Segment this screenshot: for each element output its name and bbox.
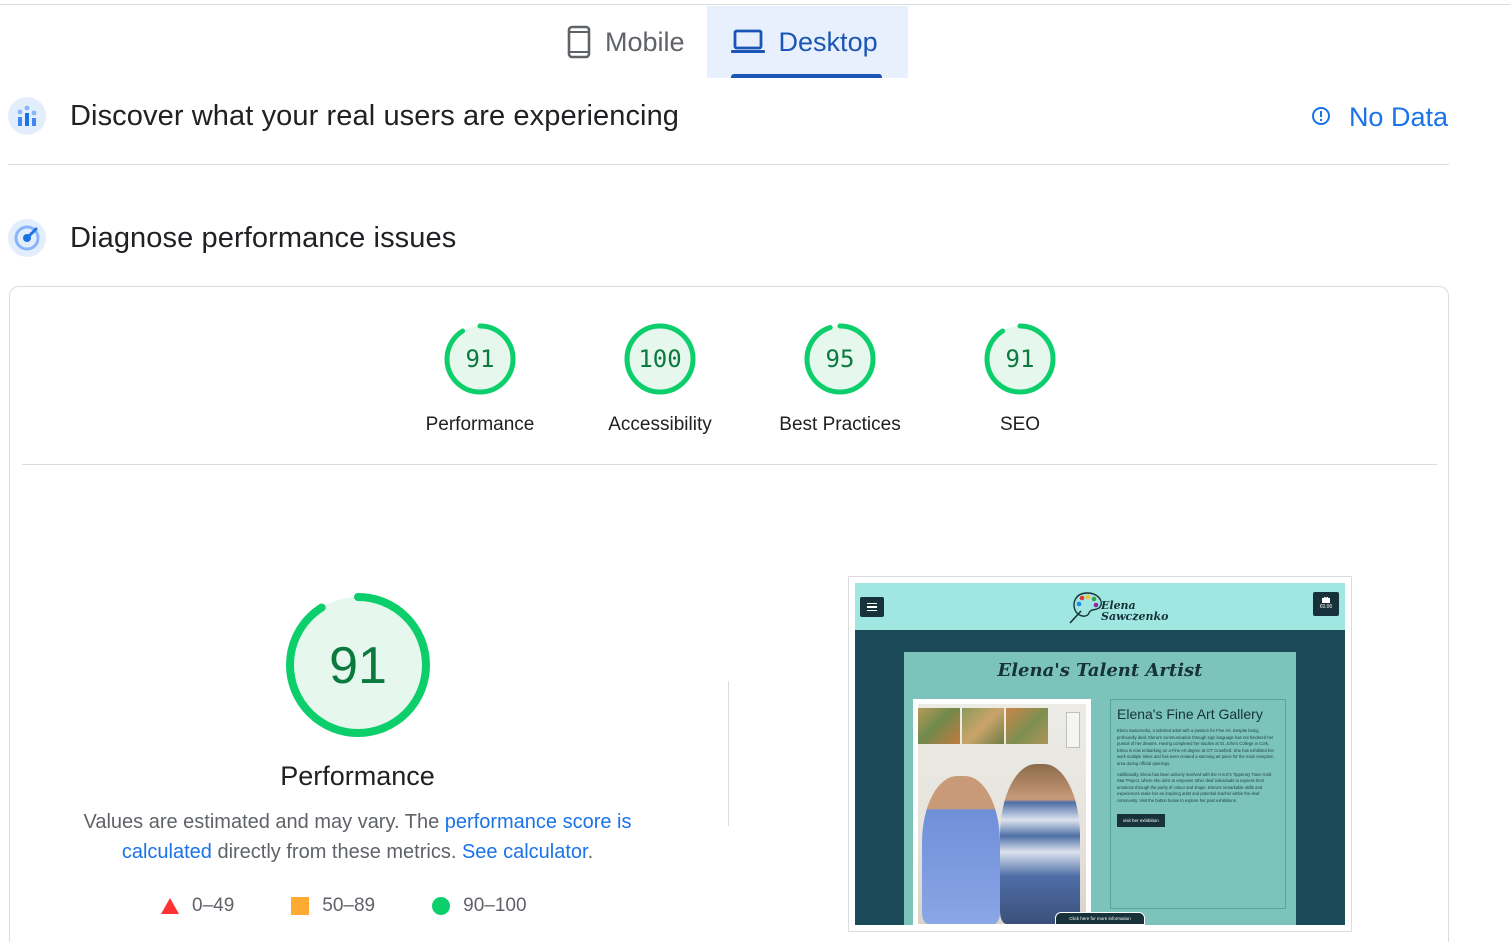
tab-mobile[interactable]: Mobile	[545, 6, 707, 78]
no-data-label: No Data	[1348, 102, 1448, 132]
legend-range: 0–49	[192, 895, 235, 916]
description-text: directly from these metrics.	[211, 841, 462, 863]
legend-range: 50–89	[322, 895, 376, 916]
legend-average: 50–89	[290, 895, 375, 917]
artist-photo	[913, 699, 1091, 925]
gauge-seo[interactable]: 91 SEO	[930, 322, 1110, 436]
laptop-icon	[730, 29, 765, 55]
gauge-accessibility[interactable]: 100 Accessibility	[570, 322, 750, 436]
person-right	[1000, 764, 1080, 924]
triangle-icon	[160, 897, 180, 915]
lab-data-title: Diagnose performance issues	[70, 221, 457, 254]
hamburger-menu-icon	[860, 597, 884, 617]
site-header: Elena Sawczenko €0.00	[855, 583, 1345, 630]
lab-data-header: Diagnose performance issues	[8, 219, 456, 257]
about-paragraph: Additionally, Elena has been actively in…	[1117, 771, 1272, 803]
legend-fail: 0–49	[160, 895, 234, 917]
field-data-header: Discover what your real users are experi…	[8, 97, 679, 135]
site-logo: Elena Sawczenko	[1067, 587, 1171, 627]
device-tabs: Mobile Desktop	[545, 6, 908, 78]
score-label: Performance	[425, 414, 535, 435]
tab-desktop-label: Desktop	[778, 26, 878, 57]
site-content-panel: Elena's Talent Artist Elena's Fine Art G…	[904, 652, 1296, 925]
vertical-divider	[728, 681, 729, 826]
screenshot-page: Elena Sawczenko €0.00 Elena's Talent Art…	[855, 583, 1345, 925]
no-data-link[interactable]: No Data	[1311, 102, 1448, 133]
legend-pass: 90–100	[431, 895, 527, 917]
score-ring: 100	[623, 322, 697, 396]
description-text: Values are estimated and may vary. The	[83, 811, 445, 833]
tab-mobile-label: Mobile	[605, 26, 685, 57]
more-info-button: Click here for more information	[1055, 912, 1145, 925]
tab-desktop[interactable]: Desktop	[706, 6, 908, 78]
performance-title: Performance	[280, 761, 435, 791]
performance-score-value: 91	[329, 637, 387, 695]
score-ring: 91	[443, 322, 517, 396]
square-icon	[290, 897, 310, 915]
active-tab-indicator	[730, 74, 882, 78]
score-description: Values are estimated and may vary. The p…	[70, 807, 645, 867]
speedometer-icon	[8, 219, 46, 257]
about-paragraph: Elena Sawczenko, a talented artist with …	[1117, 728, 1275, 766]
score-value: 91	[1005, 345, 1035, 373]
see-calculator-link[interactable]: See calculator	[462, 841, 588, 863]
logo-text: Elena Sawczenko	[1101, 600, 1168, 622]
card-divider	[22, 464, 1437, 465]
score-value: 100	[638, 345, 682, 373]
site-title: Elena's Talent Artist	[997, 660, 1203, 681]
score-value: 95	[825, 345, 855, 373]
about-heading: Elena's Fine Art Gallery	[1117, 706, 1263, 722]
phone-icon	[567, 25, 591, 59]
score-label: SEO	[999, 414, 1041, 435]
category-gauges: 91 Performance 100 Accessibility 95 Best…	[390, 322, 1110, 436]
painting-decoration	[918, 708, 1048, 744]
gauge-performance[interactable]: 91 Performance	[390, 322, 570, 436]
field-data-title: Discover what your real users are experi…	[70, 99, 680, 132]
report-card: 91 Performance 100 Accessibility 95 Best…	[9, 286, 1449, 942]
final-screenshot[interactable]: Elena Sawczenko €0.00 Elena's Talent Art…	[848, 576, 1352, 932]
cart-total: €0.00	[1319, 604, 1333, 610]
person-left	[922, 776, 1000, 924]
score-label: Best Practices	[779, 414, 901, 435]
score-ring: 95	[803, 322, 877, 396]
about-section: Elena's Fine Art Gallery Elena Sawczenko…	[1110, 699, 1286, 909]
performance-main-gauge: 91	[285, 592, 431, 738]
score-value: 91	[465, 345, 495, 373]
users-chart-icon	[8, 97, 46, 135]
visit-exhibition-button: visit her exhibition	[1117, 813, 1165, 827]
gauge-best-practices[interactable]: 95 Best Practices	[750, 322, 930, 436]
circle-icon	[431, 897, 451, 915]
legend-range: 90–100	[463, 895, 527, 916]
logo-line2: Sawczenko	[1101, 610, 1169, 623]
description-text: .	[587, 841, 594, 863]
score-ring: 91	[983, 322, 1057, 396]
info-icon	[1311, 102, 1331, 133]
score-label: Accessibility	[608, 414, 712, 435]
top-divider	[0, 4, 1510, 5]
cart-icon: €0.00	[1313, 592, 1339, 616]
score-legend: 0–49 50–89 90–100	[160, 895, 583, 917]
section-divider	[8, 164, 1449, 165]
